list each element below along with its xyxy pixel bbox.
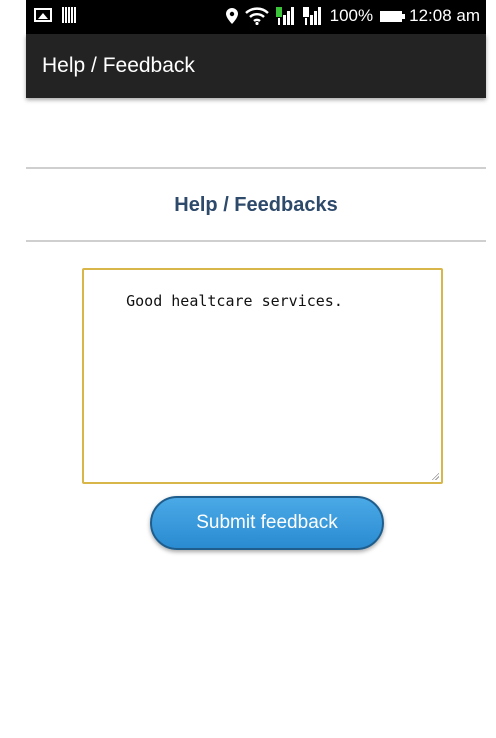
- divider-top: [26, 167, 486, 169]
- status-bar: 100% 12:08 am: [26, 0, 486, 34]
- app-bar: Help / Feedback: [26, 34, 486, 98]
- battery-icon: [380, 10, 406, 22]
- feedback-text: Good healtcare services.: [126, 292, 343, 310]
- barcode-icon: [62, 7, 76, 23]
- resize-grip-icon[interactable]: [431, 472, 439, 480]
- feedback-textarea[interactable]: Good healtcare services.: [82, 268, 443, 484]
- submit-feedback-button[interactable]: Submit feedback: [150, 496, 384, 550]
- location-pin-icon: [225, 8, 238, 24]
- app-bar-title: Help / Feedback: [42, 54, 195, 77]
- page-heading: Help / Feedbacks: [174, 194, 338, 216]
- signal-sim1-icon: [275, 7, 294, 25]
- battery-percent: 100%: [329, 6, 374, 25]
- app-screen: 100% 12:08 am Help / Feedback Help / Fee…: [26, 0, 486, 738]
- divider-bottom: [26, 240, 486, 242]
- submit-feedback-label: Submit feedback: [196, 512, 338, 533]
- picture-icon: [34, 8, 52, 22]
- clock: 12:08 am: [409, 6, 480, 25]
- signal-sim2-icon: [302, 7, 321, 25]
- wifi-icon: [244, 7, 269, 25]
